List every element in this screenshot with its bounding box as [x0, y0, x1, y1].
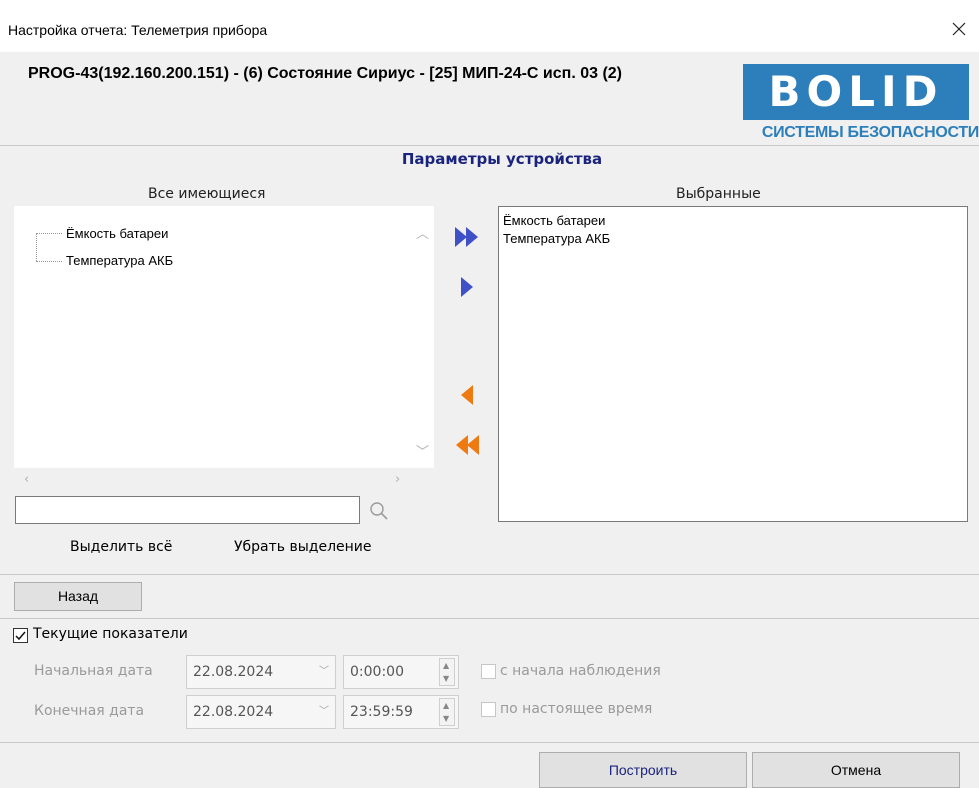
report-header: PROG-43(192.160.200.151) - (6) Состояние… [0, 52, 979, 146]
chevron-down-icon[interactable]: ﹀ [319, 696, 329, 728]
window-title: Настройка отчета: Телеметрия прибора [8, 22, 268, 38]
build-button[interactable]: Построить [539, 752, 747, 788]
checkmark-icon [15, 631, 26, 641]
section-title: Параметры устройства [401, 150, 603, 168]
tree-connector [36, 261, 62, 262]
tree-connector [36, 233, 62, 234]
logo-subtitle: СИСТЕМЫ БЕЗОПАСНОСТИ [761, 124, 979, 141]
deselect-button[interactable]: Убрать выделение [234, 539, 372, 555]
end-date-value: 22.08.2024 [193, 704, 274, 720]
available-item[interactable]: Температура АКБ [66, 253, 173, 268]
search-icon[interactable] [368, 500, 390, 522]
search-input[interactable] [15, 496, 360, 524]
device-path: PROG-43(192.160.200.151) - (6) Состояние… [28, 65, 622, 82]
spin-up-icon[interactable]: ▲ [443, 701, 449, 710]
add-all-icon[interactable] [452, 222, 482, 252]
tree-connector [36, 233, 37, 261]
start-time-spinner[interactable]: ▲ ▼ [439, 658, 455, 686]
selected-label: Выбранные [676, 186, 761, 202]
selected-item[interactable]: Температура АКБ [503, 231, 610, 246]
start-time-value: 0:00:00 [350, 664, 404, 680]
available-label: Все имеющиеся [148, 186, 266, 202]
remove-all-icon[interactable] [452, 430, 482, 460]
available-list[interactable]: Ёмкость батареи Температура АКБ [14, 206, 434, 468]
from-beginning-checkbox[interactable] [481, 664, 496, 679]
select-all-button[interactable]: Выделить всё [70, 539, 172, 555]
current-values-checkbox[interactable] [13, 628, 28, 643]
add-selected-icon[interactable] [452, 272, 482, 302]
scroll-right-icon[interactable]: › [395, 473, 400, 487]
scroll-up-icon[interactable]: ︿ [416, 228, 429, 242]
available-item[interactable]: Ёмкость батареи [66, 226, 168, 241]
end-time-value: 23:59:59 [350, 704, 413, 720]
start-date-value: 22.08.2024 [193, 664, 274, 680]
from-beginning-label: с начала наблюдения [500, 663, 661, 679]
scroll-down-icon[interactable]: ﹀ [416, 446, 429, 460]
cancel-button[interactable]: Отмена [752, 752, 960, 788]
chevron-down-icon[interactable]: ﹀ [319, 656, 329, 688]
selected-item[interactable]: Ёмкость батареи [503, 213, 605, 228]
start-date-label: Начальная дата [34, 663, 153, 679]
current-values-label: Текущие показатели [33, 626, 188, 642]
selected-list[interactable]: Ёмкость батареи Температура АКБ [498, 206, 968, 522]
divider [0, 618, 979, 619]
remove-selected-icon[interactable] [452, 380, 482, 410]
until-now-label: по настоящее время [500, 701, 653, 717]
end-date-field[interactable]: 22.08.2024 ﹀ [186, 695, 336, 729]
until-now-checkbox[interactable] [481, 702, 496, 717]
end-time-spinner[interactable]: ▲ ▼ [439, 698, 455, 726]
logo-box: BOLID [743, 64, 969, 120]
start-date-field[interactable]: 22.08.2024 ﹀ [186, 655, 336, 689]
close-icon[interactable] [948, 18, 970, 40]
spin-down-icon[interactable]: ▼ [443, 714, 449, 723]
scroll-left-icon[interactable]: ‹ [24, 473, 29, 487]
back-button[interactable]: Назад [14, 582, 142, 611]
divider [0, 574, 979, 575]
logo-word: BOLID [768, 67, 944, 116]
divider [0, 742, 979, 743]
spin-down-icon[interactable]: ▼ [443, 674, 449, 683]
title-bar: Настройка отчета: Телеметрия прибора [0, 0, 979, 52]
spin-up-icon[interactable]: ▲ [443, 661, 449, 670]
end-date-label: Конечная дата [34, 703, 145, 719]
bolid-logo: BOLID СИСТЕМЫ БЕЗОПАСНОСТИ [733, 58, 979, 142]
